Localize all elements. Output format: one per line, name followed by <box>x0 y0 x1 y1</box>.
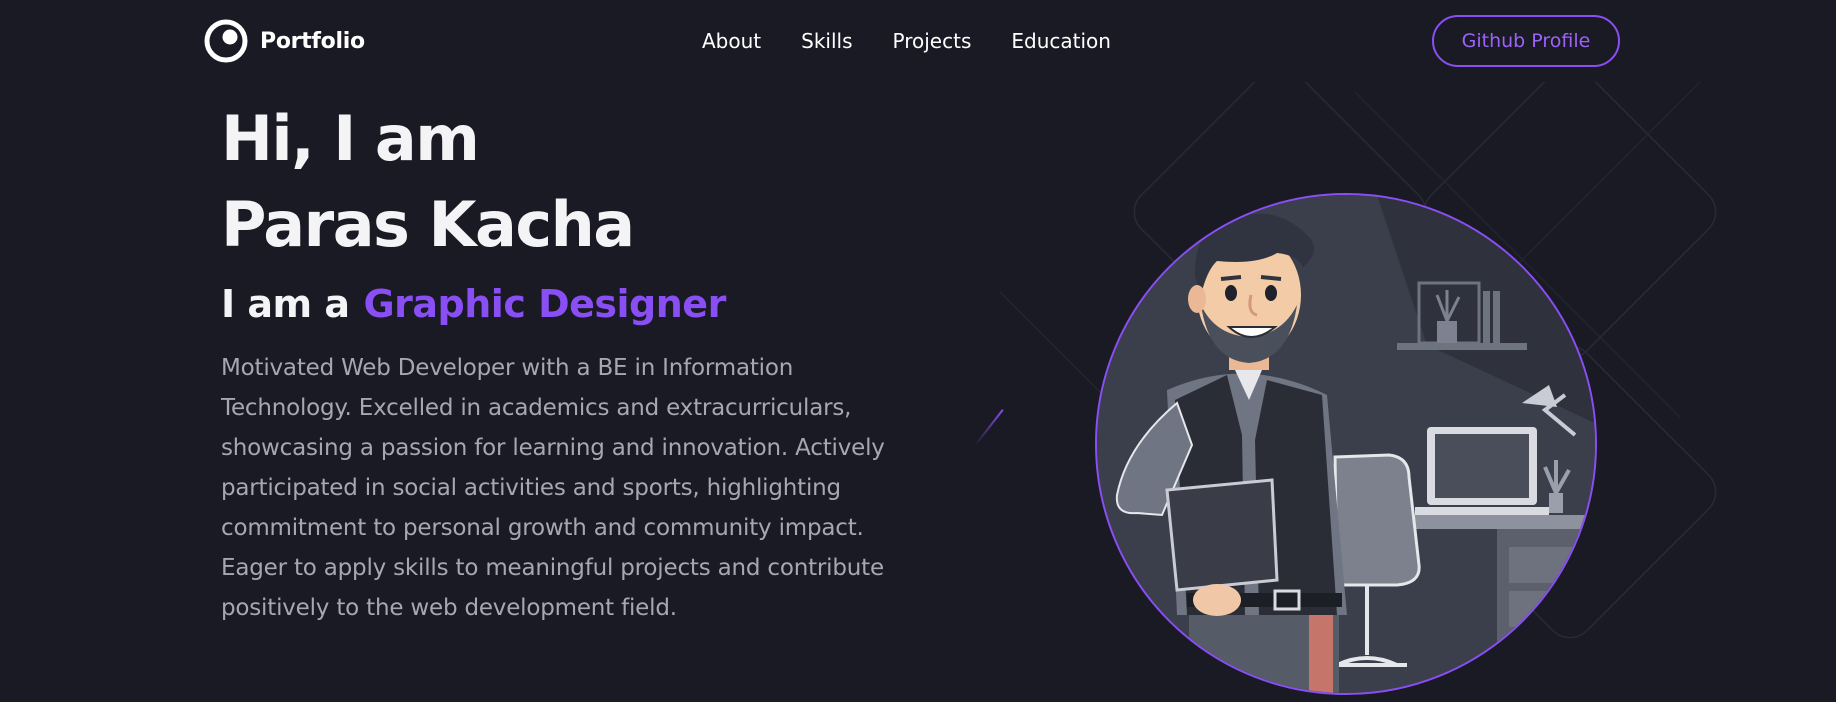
hero-bio: Motivated Web Developer with a BE in Inf… <box>221 355 885 621</box>
hero-greeting: Hi, I am <box>221 102 480 175</box>
portfolio-logo-icon <box>204 19 248 63</box>
brand-link[interactable]: Portfolio <box>204 18 365 64</box>
developer-illustration-icon <box>1097 195 1595 693</box>
nav-link-about[interactable]: About <box>702 26 761 56</box>
nav-link-education[interactable]: Education <box>1011 26 1111 56</box>
hero-section: Hi, I am Paras Kacha I am a Graphic Desi… <box>221 96 921 628</box>
github-profile-button[interactable]: Github Profile <box>1432 15 1620 67</box>
hero-name: Paras Kacha <box>221 188 635 261</box>
nav-link-projects[interactable]: Projects <box>893 26 972 56</box>
brand-name: Portfolio <box>260 28 365 54</box>
role-line: I am a Graphic Designer <box>221 282 921 326</box>
navbar: Portfolio About Skills Projects Educatio… <box>0 0 1836 82</box>
nav-links: About Skills Projects Education <box>702 26 1111 56</box>
role-prefix: I am a <box>221 282 350 326</box>
nav-link-skills[interactable]: Skills <box>801 26 852 56</box>
role-typewriter: Graphic Designer <box>363 282 726 326</box>
avatar-illustration <box>1095 193 1597 695</box>
